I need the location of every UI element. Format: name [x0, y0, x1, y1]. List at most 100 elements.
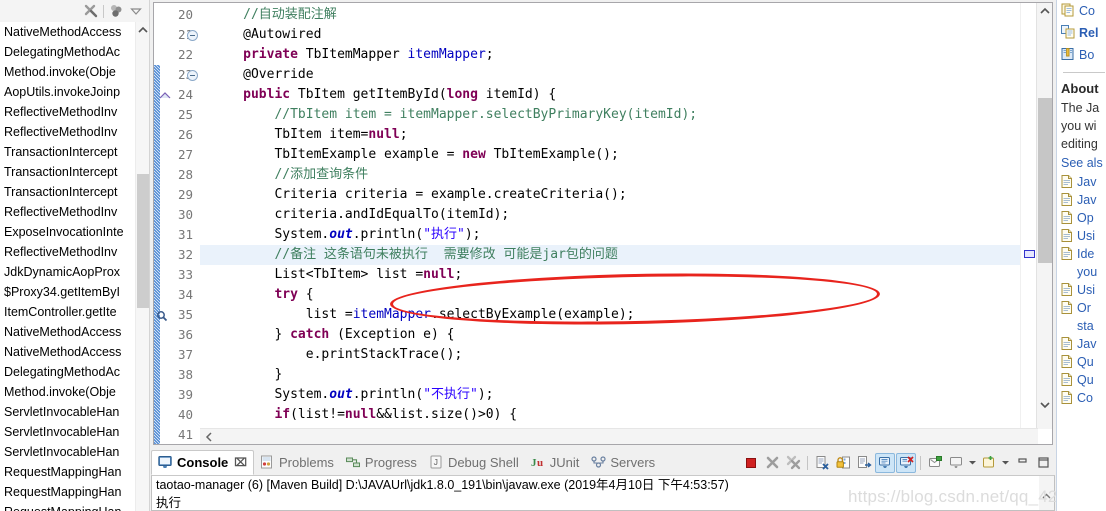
stack-trace-item[interactable]: ServletInvocableHan: [2, 422, 149, 442]
code-line[interactable]: if(list!=null&&list.size()>0) {: [200, 405, 517, 425]
chevron-down-icon[interactable]: [967, 453, 978, 473]
scroll-lock-icon[interactable]: [833, 453, 853, 473]
console-output[interactable]: taotao-manager (6) [Maven Build] D:\JAVA…: [151, 475, 1055, 511]
stack-trace-item[interactable]: ItemController.getIte: [2, 302, 149, 322]
show-console-on-output-icon[interactable]: [875, 452, 895, 473]
console-tab-bar[interactable]: Console ⌧ Problems Progress J Debug Shell Ju JU…: [151, 450, 1055, 475]
tab-junit[interactable]: Ju JUnit: [525, 450, 586, 475]
help-list-item[interactable]: Co: [1061, 389, 1106, 407]
help-list-item[interactable]: Op: [1061, 209, 1106, 227]
stack-trace-item[interactable]: NativeMethodAccess: [2, 342, 149, 362]
stack-trace-item[interactable]: ReflectiveMethodInv: [2, 202, 149, 222]
code-line[interactable]: List<TbItem> list =null;: [200, 265, 462, 285]
help-list-item[interactable]: Or: [1061, 299, 1106, 317]
code-line[interactable]: try {: [200, 285, 313, 305]
stack-trace-item[interactable]: ServletInvocableHan: [2, 442, 149, 462]
code-line[interactable]: System.out.println("不执行");: [200, 385, 493, 405]
stack-trace-item[interactable]: JdkDynamicAopProx: [2, 262, 149, 282]
fold-collapse-icon[interactable]: [187, 70, 198, 81]
code-line[interactable]: //TbItem item = itemMapper.selectByPrima…: [200, 105, 697, 125]
code-line[interactable]: list =itemMapper.selectByExample(example…: [200, 305, 635, 325]
console-toolbar[interactable]: [741, 450, 1053, 475]
remove-all-terminated-icon[interactable]: [783, 453, 803, 473]
scroll-down-arrow-icon[interactable]: [1037, 397, 1052, 413]
tab-debug-shell[interactable]: J Debug Shell: [423, 450, 525, 475]
help-link-list[interactable]: Jav Jav Op Usi Ide you Usi Or sta Jav Qu Qu Co: [1061, 173, 1106, 407]
stack-trace-item[interactable]: $Proxy34.getItemByI: [2, 282, 149, 302]
stack-trace-item[interactable]: ReflectiveMethodInv: [2, 122, 149, 142]
open-console-icon[interactable]: [979, 453, 999, 473]
stack-trace-scrollbar[interactable]: [135, 22, 149, 511]
editor-vertical-scrollbar[interactable]: [1036, 3, 1052, 429]
code-line[interactable]: System.out.println("执行");: [200, 225, 480, 245]
scroll-up-arrow-icon[interactable]: [136, 22, 149, 38]
code-line[interactable]: //自动装配注解: [200, 5, 337, 25]
code-line[interactable]: TbItemExample example = new TbItemExampl…: [200, 145, 618, 165]
code-line[interactable]: Criteria criteria = example.createCriter…: [200, 185, 626, 205]
stack-trace-item[interactable]: DelegatingMethodAc: [2, 42, 149, 62]
console-scrollbar[interactable]: [1039, 476, 1054, 510]
stack-trace-item[interactable]: RequestMappingHan: [2, 502, 149, 511]
clear-console-icon[interactable]: [812, 453, 832, 473]
code-line[interactable]: @Autowired: [200, 25, 321, 45]
help-list-item[interactable]: Usi: [1061, 281, 1106, 299]
help-link-related-docs[interactable]: Rel: [1061, 22, 1106, 44]
help-link-bookmark[interactable]: Bo: [1061, 44, 1106, 66]
tab-console[interactable]: Console ⌧: [151, 450, 254, 475]
stack-trace-item[interactable]: RequestMappingHan: [2, 482, 149, 502]
code-line[interactable]: TbItem item=null;: [200, 125, 407, 145]
editor-overview-ruler[interactable]: [1020, 3, 1036, 429]
help-list-item[interactable]: Usi: [1061, 227, 1106, 245]
scroll-up-arrow-icon[interactable]: [1037, 3, 1052, 19]
remove-launch-icon[interactable]: [762, 453, 782, 473]
chevron-down-icon[interactable]: [1000, 453, 1011, 473]
word-wrap-icon[interactable]: [854, 453, 874, 473]
stack-trace-list[interactable]: NativeMethodAccess DelegatingMethodAc Meth…: [0, 22, 149, 511]
code-text-area[interactable]: //自动装配注解 @Autowired private TbItemMapper…: [200, 3, 1038, 429]
stack-trace-item[interactable]: NativeMethodAccess: [2, 22, 149, 42]
help-top-links[interactable]: Co Rel Bo: [1061, 0, 1106, 66]
fold-collapse-icon[interactable]: [187, 30, 198, 41]
stack-trace-item[interactable]: TransactionIntercept: [2, 182, 149, 202]
editor-horizontal-scrollbar[interactable]: [200, 428, 1038, 444]
help-list-item[interactable]: Jav: [1061, 191, 1106, 209]
code-line[interactable]: criteria.andIdEqualTo(itemId);: [200, 205, 509, 225]
help-list-item[interactable]: Jav: [1061, 173, 1106, 191]
tab-servers[interactable]: Servers: [585, 450, 661, 475]
stack-trace-item[interactable]: Method.invoke(Obje: [2, 382, 149, 402]
help-list-item[interactable]: Ide: [1061, 245, 1106, 263]
stack-trace-item[interactable]: ReflectiveMethodInv: [2, 242, 149, 262]
overview-marker[interactable]: [1024, 250, 1035, 258]
tab-problems[interactable]: Problems: [254, 450, 340, 475]
help-link-copy-doc[interactable]: Co: [1061, 0, 1106, 22]
display-selected-console-icon[interactable]: [946, 453, 966, 473]
code-line[interactable]: }: [200, 365, 282, 385]
code-line[interactable]: //添加查询条件: [200, 165, 368, 185]
java-source-editor[interactable]: 20 21 22 23 24 25 26 27 28 29 30 31 32 33 34 35 36 37 38 39…: [153, 2, 1053, 445]
stack-trace-item[interactable]: TransactionIntercept: [2, 142, 149, 162]
stack-trace-item[interactable]: AopUtils.invokeJoinp: [2, 82, 149, 102]
remove-all-terminated-icon[interactable]: [81, 2, 101, 20]
scroll-left-arrow-icon[interactable]: [202, 430, 216, 444]
help-list-item[interactable]: Jav: [1061, 335, 1106, 353]
chevron-down-icon[interactable]: [126, 2, 146, 20]
stack-trace-item[interactable]: TransactionIntercept: [2, 162, 149, 182]
code-line[interactable]: //备注 这条语句未被执行 需要修改 可能是jar包的问题: [200, 245, 1038, 265]
stack-trace-item[interactable]: ServletInvocableHan: [2, 402, 149, 422]
code-line[interactable]: @Override: [200, 65, 313, 85]
stack-trace-item[interactable]: RequestMappingHan: [2, 462, 149, 482]
code-line[interactable]: public TbItem getItemById(long itemId) {: [200, 85, 556, 105]
code-line[interactable]: } catch (Exception e) {: [200, 325, 454, 345]
editor-gutter[interactable]: 20 21 22 23 24 25 26 27 28 29 30 31 32 33 34 35 36 37 38 39…: [154, 3, 200, 444]
stack-trace-item[interactable]: ReflectiveMethodInv: [2, 102, 149, 122]
stack-trace-item[interactable]: Method.invoke(Obje: [2, 62, 149, 82]
stack-trace-item[interactable]: ExposeInvocationInte: [2, 222, 149, 242]
code-line[interactable]: private TbItemMapper itemMapper;: [200, 45, 493, 65]
tab-progress[interactable]: Progress: [340, 450, 423, 475]
help-list-item[interactable]: Qu: [1061, 371, 1106, 389]
stack-trace-item[interactable]: DelegatingMethodAc: [2, 362, 149, 382]
stack-trace-item[interactable]: NativeMethodAccess: [2, 322, 149, 342]
minimize-icon[interactable]: [1012, 453, 1032, 473]
help-list-item[interactable]: Qu: [1061, 353, 1106, 371]
terminate-icon[interactable]: [741, 453, 761, 473]
